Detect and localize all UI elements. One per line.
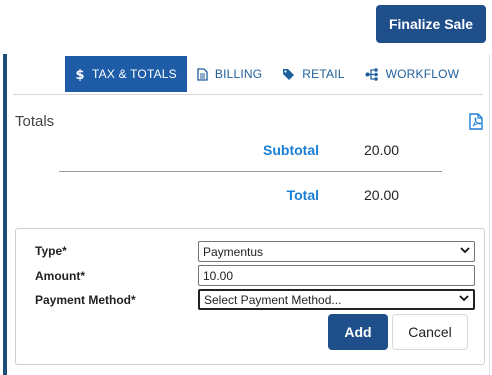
payment-method-select-value: Select Payment Method...: [204, 292, 342, 307]
tab-bar: $ TAX & TOTALS BILLING RETAIL WORKFLOW: [65, 56, 469, 92]
document-icon: [197, 67, 208, 81]
dollar-icon: $: [75, 67, 85, 81]
totals-divider: [59, 171, 442, 172]
tab-label: TAX & TOTALS: [92, 67, 177, 81]
chevron-down-icon: [459, 294, 469, 305]
pdf-icon[interactable]: [469, 113, 483, 135]
tab-retail[interactable]: RETAIL: [272, 56, 354, 92]
add-button[interactable]: Add: [328, 314, 388, 350]
tab-label: RETAIL: [302, 67, 345, 81]
cancel-button[interactable]: Cancel: [392, 314, 468, 350]
tab-workflow[interactable]: WORKFLOW: [355, 56, 470, 92]
tab-billing[interactable]: BILLING: [187, 56, 272, 92]
amount-input-value: 10.00: [203, 268, 234, 283]
type-label: Type*: [35, 244, 67, 258]
tab-label: WORKFLOW: [385, 67, 460, 81]
divider: [13, 94, 483, 95]
section-title: Totals: [15, 113, 55, 130]
subtotal-label: Subtotal: [263, 142, 319, 158]
tab-label: BILLING: [214, 67, 263, 81]
subtotal-value: 20.00: [364, 142, 400, 158]
type-select-value: Paymentus: [203, 244, 264, 259]
amount-label: Amount*: [35, 269, 85, 283]
chevron-down-icon: [460, 246, 470, 257]
amount-input[interactable]: 10.00: [198, 265, 475, 286]
tag-icon: [282, 68, 295, 81]
payment-method-select[interactable]: Select Payment Method...: [198, 289, 475, 310]
total-label: Total: [286, 187, 319, 203]
type-select[interactable]: Paymentus: [198, 241, 475, 262]
workflow-icon: [365, 67, 379, 81]
payment-method-label: Payment Method*: [35, 293, 136, 307]
svg-text:$: $: [75, 68, 84, 81]
finalize-sale-button[interactable]: Finalize Sale: [376, 5, 486, 43]
total-value: 20.00: [364, 187, 400, 203]
tab-tax-totals[interactable]: $ TAX & TOTALS: [65, 56, 187, 92]
sale-panel: $ TAX & TOTALS BILLING RETAIL WORKFLOW T…: [3, 54, 490, 375]
